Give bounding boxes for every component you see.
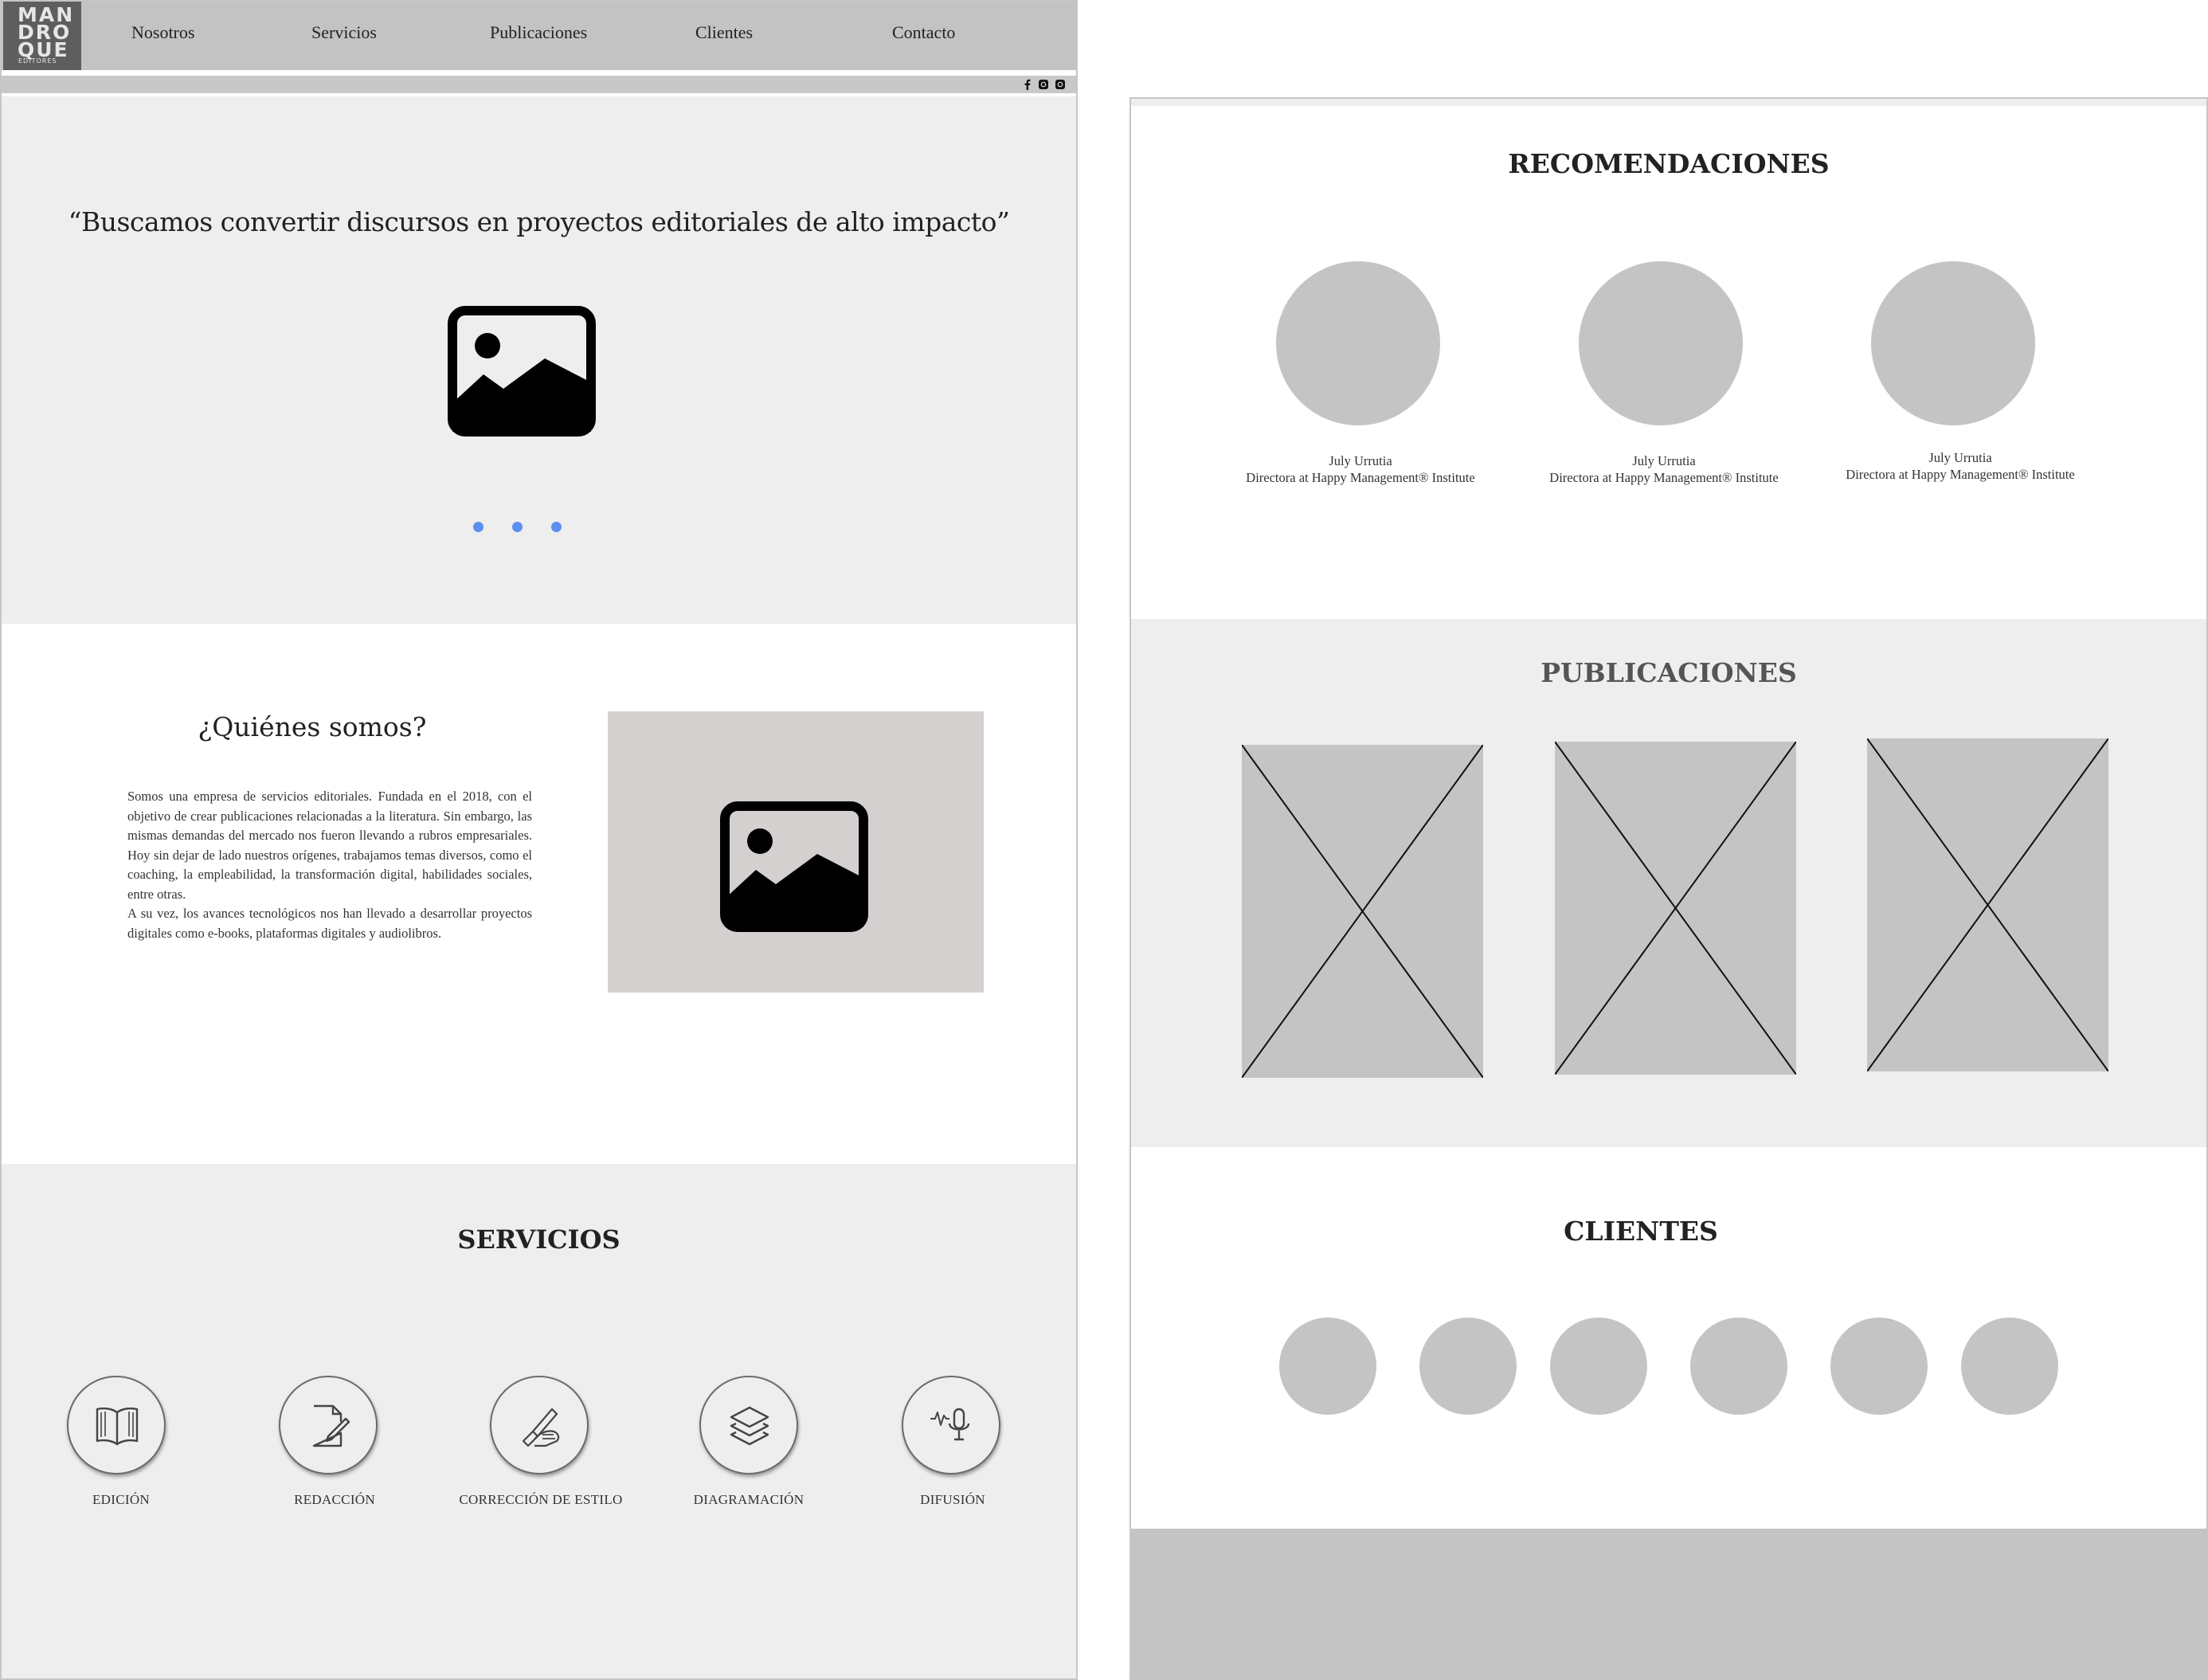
- about-title: ¿Quiénes somos?: [198, 711, 427, 742]
- microphone-icon: [930, 1408, 970, 1441]
- clients-title: CLIENTES: [1564, 1216, 1718, 1247]
- recommendation-role: Directora at Happy Management® Institute: [1549, 470, 1779, 485]
- client-logo[interactable]: [1690, 1318, 1787, 1415]
- recommendation-role: Directora at Happy Management® Institute: [1246, 470, 1475, 485]
- top-strip: [1131, 99, 2206, 106]
- placeholder-cross: [1242, 745, 1483, 1078]
- recommendation-role: Directora at Happy Management® Institute: [1846, 467, 2075, 482]
- publications-section: PUBLICACIONES: [1131, 619, 2206, 1147]
- about-image-placeholder: [608, 711, 984, 993]
- recommendation-name: July Urrutia: [1632, 453, 1696, 468]
- logo[interactable]: MAN DRO QUE EDITORES: [3, 2, 81, 70]
- client-logo[interactable]: [1279, 1318, 1376, 1415]
- about-section: ¿Quiénes somos? Somos una empresa de ser…: [2, 624, 1076, 1164]
- nav-item-contacto[interactable]: Contacto: [892, 22, 955, 43]
- service-label: DIAGRAMACIÓN: [693, 1492, 805, 1507]
- home-page-wireframe: MAN DRO QUE EDITORES Nosotros Servicios …: [0, 0, 1078, 1680]
- nav-item-nosotros[interactable]: Nosotros: [131, 22, 194, 43]
- header: MAN DRO QUE EDITORES Nosotros Servicios …: [2, 2, 1076, 70]
- carousel-dot[interactable]: [551, 522, 562, 532]
- service-label: EDICIÓN: [92, 1492, 150, 1507]
- nav-item-clientes[interactable]: Clientes: [695, 22, 753, 43]
- about-text: Somos una empresa de servicios editorial…: [127, 787, 532, 943]
- client-logo[interactable]: [1419, 1318, 1517, 1415]
- header-divider: [2, 70, 1076, 76]
- recommendation-name: July Urrutia: [1928, 450, 1992, 465]
- hero-section: “Buscamos convertir discursos en proyect…: [2, 96, 1076, 624]
- service-label: DIFUSIÓN: [920, 1492, 985, 1507]
- open-book-icon: [96, 1407, 139, 1446]
- carousel-dot[interactable]: [473, 522, 483, 532]
- facebook-icon[interactable]: [1022, 79, 1033, 90]
- about-paragraph: Somos una empresa de servicios editorial…: [127, 789, 532, 902]
- service-redaccion-button[interactable]: [279, 1376, 378, 1474]
- instagram-icon[interactable]: [1038, 79, 1049, 90]
- service-correccion-button[interactable]: [490, 1376, 589, 1474]
- client-logo[interactable]: [1550, 1318, 1647, 1415]
- publication-placeholder[interactable]: [1242, 745, 1483, 1078]
- publication-placeholder[interactable]: [1555, 742, 1796, 1075]
- client-logo[interactable]: [1830, 1318, 1928, 1415]
- nav-item-servicios[interactable]: Servicios: [311, 22, 377, 43]
- services-section: SERVICIOS EDICIÓN REDACCIÓN CORRECCIÓN D…: [2, 1164, 1076, 1678]
- recommendation-avatar: [1276, 261, 1440, 425]
- publications-title: PUBLICACIONES: [1541, 657, 1797, 688]
- document-pen-icon: [312, 1404, 350, 1447]
- instagram-icon[interactable]: [1055, 79, 1066, 90]
- recommendation-name: July Urrutia: [1329, 453, 1392, 468]
- recommendation-avatar: [1579, 261, 1743, 425]
- placeholder-cross: [1555, 742, 1796, 1075]
- client-logo[interactable]: [1961, 1318, 2058, 1415]
- hand-writing-icon: [522, 1408, 560, 1447]
- carousel-dot[interactable]: [512, 522, 523, 532]
- home-page-continuation: RECOMENDACIONES July Urrutia Directora a…: [1129, 97, 2208, 1680]
- service-diagramacion-button[interactable]: [699, 1376, 798, 1474]
- footer: [1131, 1529, 2206, 1678]
- publication-placeholder[interactable]: [1867, 738, 2108, 1071]
- service-edicion-button[interactable]: [67, 1376, 166, 1474]
- hero-quote: “Buscamos convertir discursos en proyect…: [68, 206, 1010, 237]
- placeholder-cross: [1867, 738, 2108, 1071]
- about-paragraph: A su vez, los avances tecnológicos nos h…: [127, 906, 532, 941]
- logo-line-4: EDITORES: [18, 57, 57, 65]
- services-title: SERVICIOS: [457, 1224, 621, 1255]
- service-label: REDACCIÓN: [294, 1492, 375, 1507]
- logo-line-3: QUE: [18, 38, 69, 61]
- recommendation-avatar: [1871, 261, 2035, 425]
- service-label: CORRECCIÓN DE ESTILO: [459, 1492, 623, 1507]
- clients-section: CLIENTES: [1131, 1147, 2206, 1529]
- layers-icon: [730, 1406, 769, 1446]
- image-icon: [720, 801, 868, 932]
- image-icon: [448, 306, 596, 437]
- service-difusion-button[interactable]: [902, 1376, 1000, 1474]
- nav-item-publicaciones[interactable]: Publicaciones: [490, 22, 587, 43]
- recommendations-title: RECOMENDACIONES: [1508, 148, 1830, 179]
- social-bar: [2, 76, 1076, 93]
